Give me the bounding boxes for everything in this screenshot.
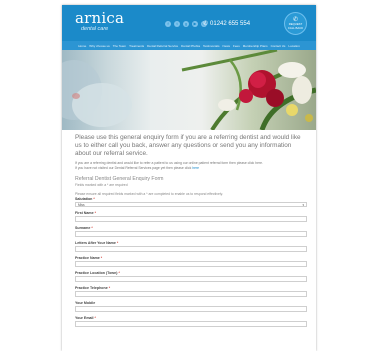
main-content: Please use this general enquiry form if … <box>75 134 307 331</box>
site-header: arnica dental care f t g ▶ ◎ ✆ 01242 655… <box>62 5 316 41</box>
browser-page: arnica dental care f t g ▶ ◎ ✆ 01242 655… <box>62 5 316 351</box>
text-input[interactable] <box>75 215 307 222</box>
request-call-back-button[interactable]: ✆ REQUEST CALL BACK <box>284 12 307 35</box>
nav-item[interactable]: Location <box>288 44 299 48</box>
youtube-icon[interactable]: ▶ <box>192 21 198 27</box>
nav-item[interactable]: Treatments <box>129 44 144 48</box>
nav-item[interactable]: Home <box>78 44 86 48</box>
social-links: f t g ▶ ◎ <box>165 21 207 27</box>
phone-number: 01242 655 554 <box>210 21 251 27</box>
nav-item[interactable]: The Team <box>113 44 126 48</box>
twitter-icon[interactable]: t <box>174 21 180 27</box>
text-input[interactable] <box>75 260 307 267</box>
required-note: Fields marked with a * are required <box>75 183 128 187</box>
google-plus-icon[interactable]: g <box>183 21 189 27</box>
text-input[interactable] <box>75 230 307 237</box>
intro-text: Please use this general enquiry form if … <box>75 134 301 157</box>
text-input[interactable] <box>75 275 307 282</box>
chevron-down-icon: ▾ <box>302 202 304 207</box>
visited-line: If you have not visited our Dental Refer… <box>75 166 200 170</box>
logo-tagline: dental care <box>81 26 109 32</box>
nav-item[interactable]: News <box>223 44 231 48</box>
flowers-illustration <box>62 50 316 130</box>
nav-item[interactable]: Dental Referral Service <box>147 44 178 48</box>
site-logo[interactable]: arnica dental care <box>75 11 124 33</box>
text-input[interactable] <box>75 320 307 327</box>
callback-label: REQUEST CALL BACK <box>287 22 304 30</box>
here-link[interactable]: here <box>192 166 199 170</box>
form-fields: First Name * Surname * Letters After Your … <box>75 211 307 327</box>
nav-item[interactable]: Fees <box>233 44 240 48</box>
nav-item[interactable]: Why choose us <box>89 44 110 48</box>
nav-item[interactable]: Testimonials <box>203 44 220 48</box>
header-phone[interactable]: ✆ 01242 655 554 <box>203 20 250 28</box>
facebook-icon[interactable]: f <box>165 21 171 27</box>
nav-item[interactable]: Dental Phobia <box>181 44 200 48</box>
phone-icon: ✆ <box>203 21 209 27</box>
text-input[interactable] <box>75 305 307 312</box>
salutation-select[interactable]: Miss ▾ <box>75 201 307 207</box>
nav-item[interactable]: Contact Us <box>271 44 286 48</box>
text-input[interactable] <box>75 245 307 252</box>
main-nav: Home Why choose us The Team Treatments Denta… <box>62 41 316 50</box>
text-input[interactable] <box>75 290 307 297</box>
nav-item[interactable]: Membership Plans <box>243 44 268 48</box>
logo-name: arnica <box>75 9 125 27</box>
hero-image <box>62 50 316 130</box>
form-title: Referral Dentist General Enquiry Form <box>75 176 164 182</box>
